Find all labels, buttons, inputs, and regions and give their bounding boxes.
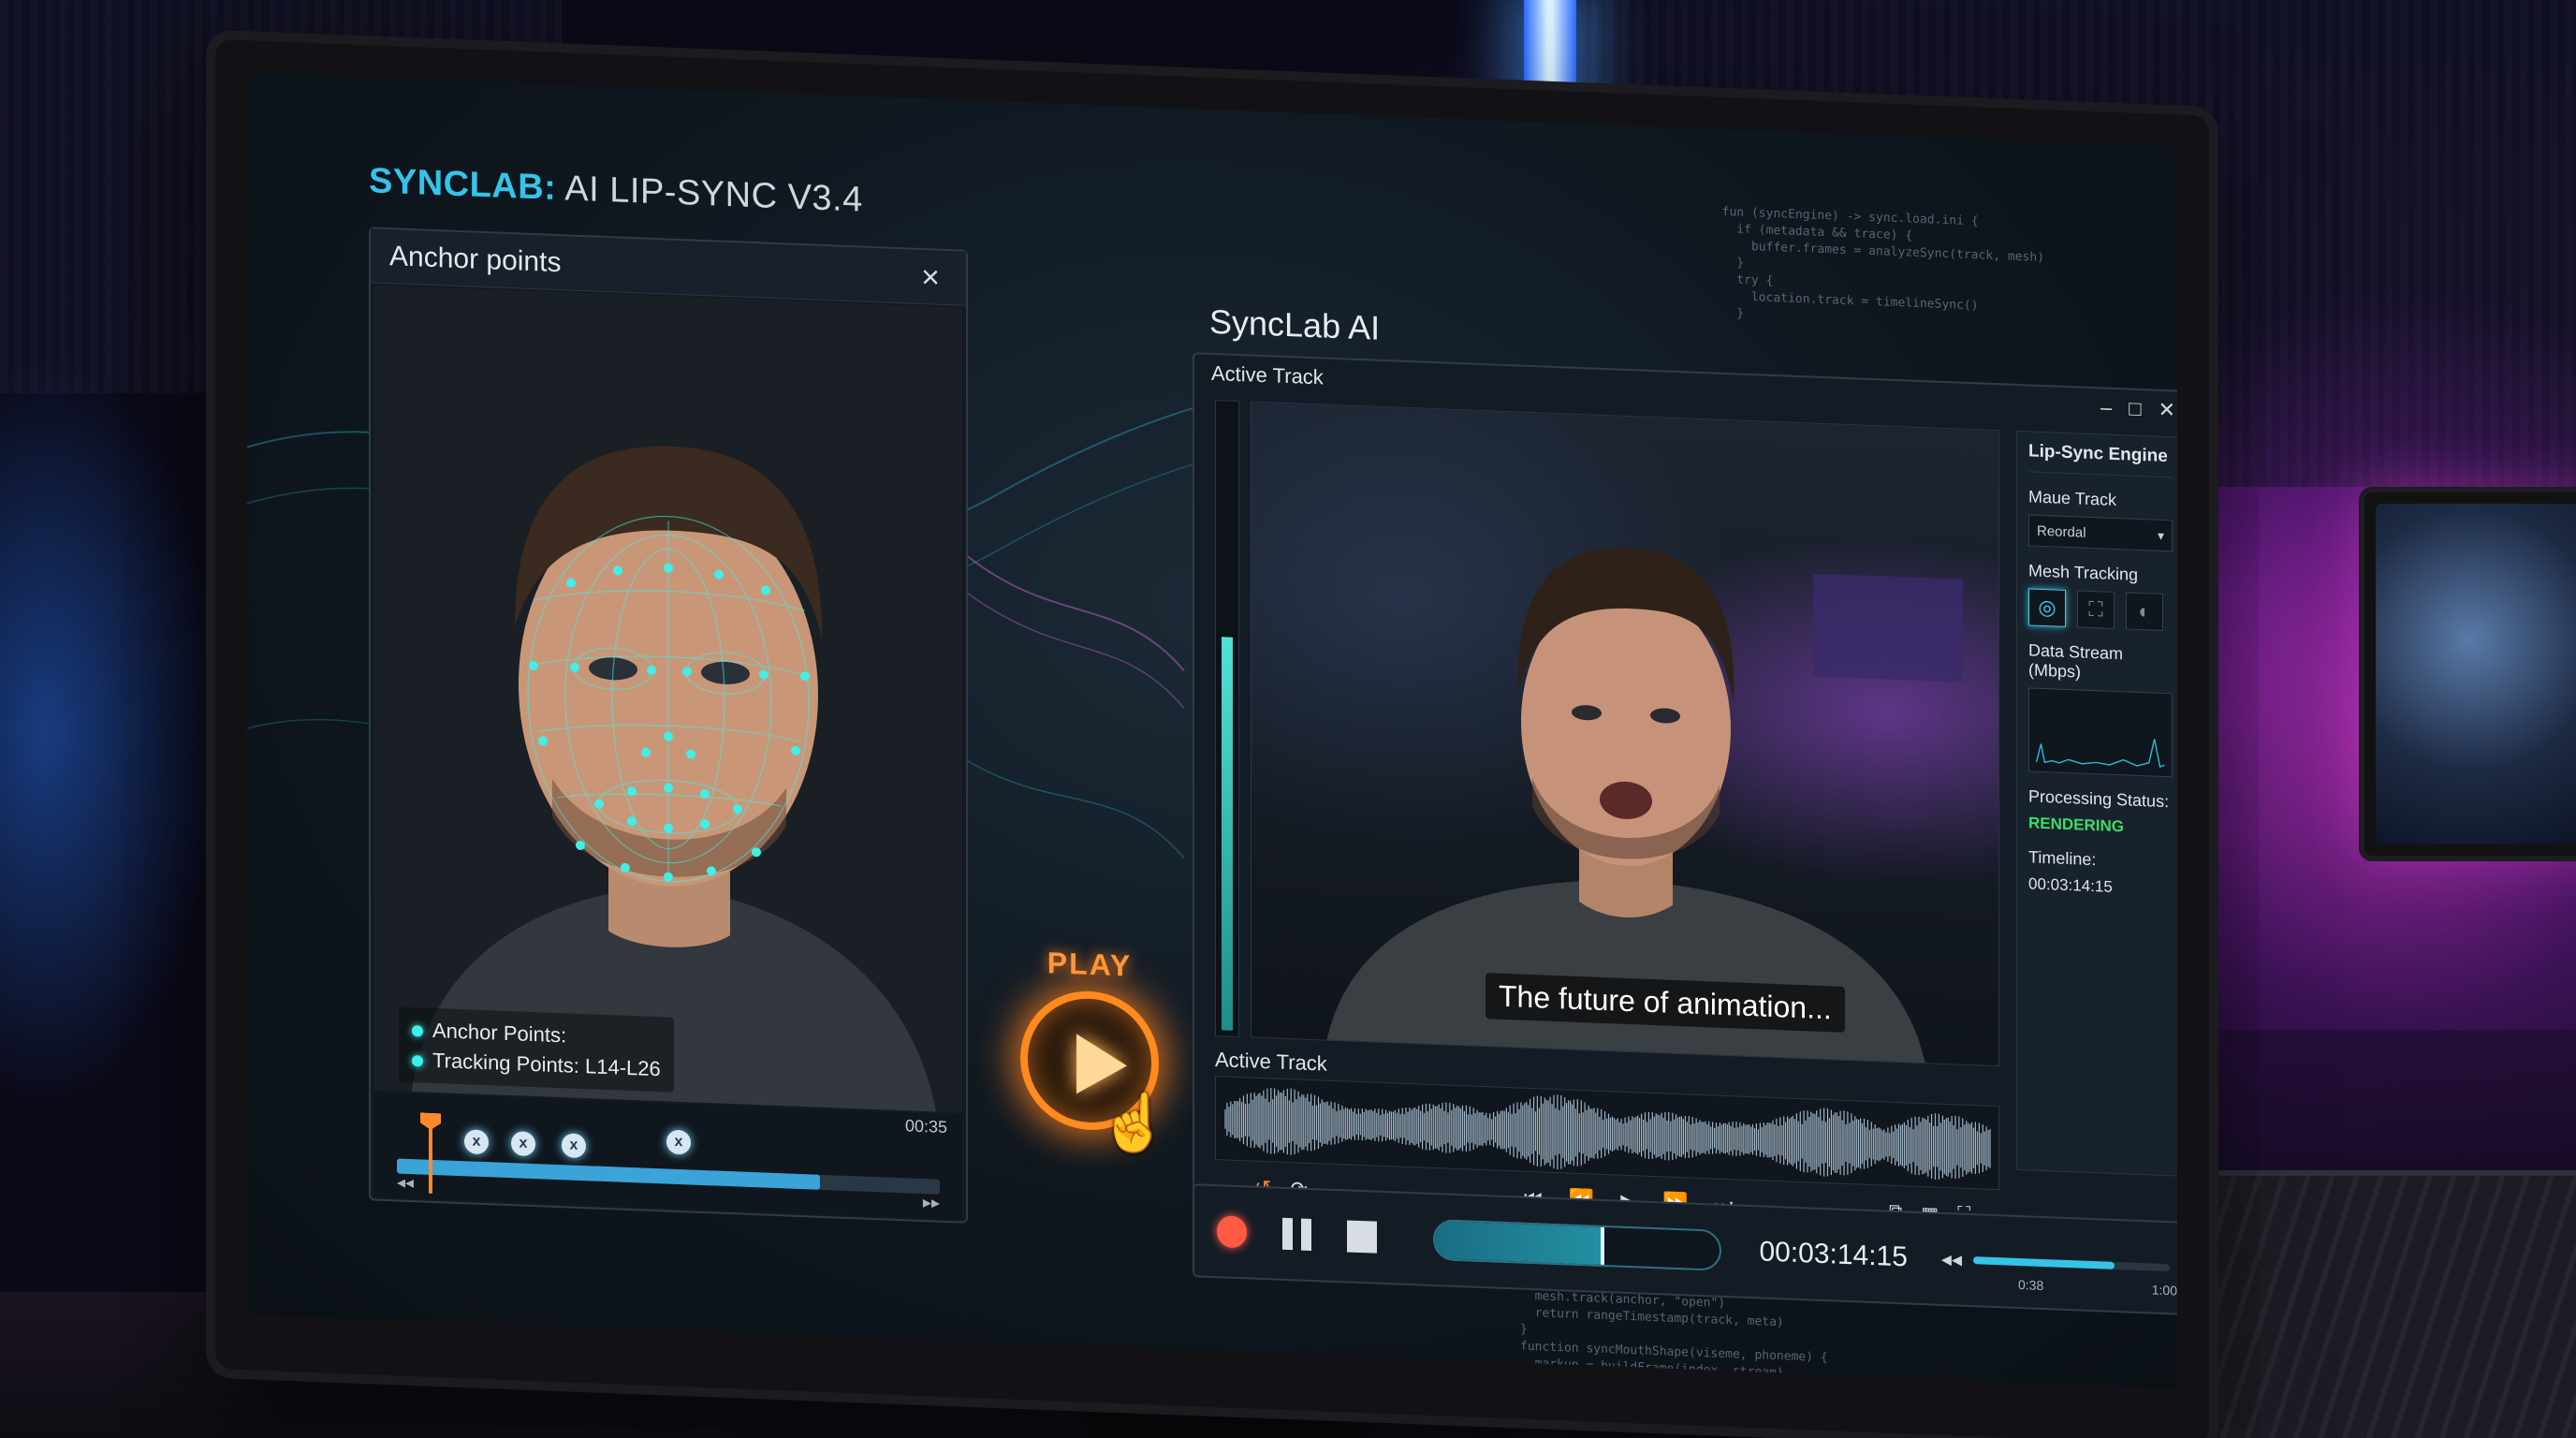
head-profile-icon[interactable]: ◐	[2126, 592, 2163, 631]
engine-heading: Lip-Sync Engine	[2028, 441, 2173, 478]
tracking-legend: Anchor Points: Tracking Points: L14-L26	[399, 1006, 674, 1093]
play-label: PLAY	[1046, 946, 1133, 983]
keyframe-pin[interactable]: x	[511, 1131, 535, 1157]
keyframe-pin[interactable]: x	[562, 1133, 586, 1159]
scrubber-fill	[1435, 1221, 1601, 1265]
tracking-points-label: Tracking Points: L14-L26	[432, 1048, 661, 1081]
maue-track-value: Reordal	[2037, 522, 2086, 541]
record-button[interactable]	[1217, 1215, 1247, 1249]
timeline-label: Timeline:	[2028, 847, 2097, 870]
main-monitor: fun (syncEngine) -> sync.load.ini { if (…	[215, 39, 2209, 1438]
maue-track-label: Maue Track	[2028, 487, 2117, 510]
keyframe-pin[interactable]: x	[666, 1129, 691, 1155]
volume-fill	[1973, 1256, 2115, 1269]
volume-scale-label: 1:00	[2151, 1282, 2177, 1299]
fast-forward-icon[interactable]: ▸▸	[923, 1193, 940, 1213]
data-stream-graph	[2028, 687, 2173, 778]
audio-track-label: Active Track	[1215, 1048, 1327, 1076]
lip-sync-engine-panel: Lip-Sync Engine Maue Track Reordal ▾ Mes…	[2016, 430, 2177, 1177]
volume-control: ◂◂	[1941, 1247, 2171, 1280]
chevron-down-icon: ▾	[2157, 527, 2164, 543]
hand-cursor-icon: ☝	[1099, 1090, 1169, 1156]
panel-title: Anchor points	[389, 240, 562, 278]
video-preview[interactable]: The future of animation...	[1251, 401, 1999, 1067]
timeline-value: 00:03:14:15	[2028, 874, 2113, 896]
processing-status-value: RENDERING	[2028, 814, 2125, 836]
pause-button[interactable]	[1281, 1217, 1312, 1252]
volume-scale-label: 0:38	[2018, 1276, 2044, 1294]
active-track-label: Active Track	[1211, 360, 1324, 389]
mesh-tracking-label: Mesh Tracking	[2028, 561, 2139, 584]
anchor-points-panel: Anchor points × Anchor Points: Tracking …	[369, 227, 968, 1224]
volume-slider[interactable]	[1973, 1256, 2171, 1272]
screen: fun (syncEngine) -> sync.load.ini { if (…	[247, 72, 2177, 1388]
speaker-figure	[1326, 547, 1963, 1065]
face-tracking-view: Anchor Points: Tracking Points: L14-L26	[374, 285, 962, 1113]
close-icon[interactable]: ×	[914, 258, 947, 295]
processing-status-label: Processing Status:	[2028, 786, 2170, 812]
minimize-icon[interactable]: –	[2100, 395, 2112, 419]
maximize-icon[interactable]: □	[2129, 397, 2141, 422]
mesh-tracking-modes: ◎ ⛶ ◐	[2028, 588, 2173, 631]
grid-mesh-icon[interactable]: ⛶	[2077, 590, 2115, 629]
anchor-dot-icon	[412, 1025, 423, 1037]
tracking-dot-icon	[412, 1055, 423, 1067]
audio-level-meter	[1215, 400, 1239, 1038]
volume-icon[interactable]: ◂◂	[1941, 1247, 1962, 1272]
secondary-monitor	[2359, 487, 2576, 861]
keyframe-pin[interactable]: x	[464, 1129, 489, 1155]
volume-scale: 0:38 1:00	[2018, 1277, 2177, 1299]
rewind-icon[interactable]: ◂◂	[397, 1172, 414, 1193]
data-stream-label: Data Stream (Mbps)	[2028, 640, 2124, 682]
anchor-points-label: Anchor Points:	[432, 1018, 567, 1048]
timecode-display: 00:03:14:15	[1759, 1236, 1908, 1273]
waveform-path	[1224, 1088, 1991, 1180]
play-control: PLAY ☝	[996, 944, 1183, 1155]
face-mesh-overlay	[374, 285, 962, 1113]
anchor-timeline[interactable]: 00:35 x x x x ◂◂ ▸▸	[374, 1092, 962, 1220]
maue-track-select[interactable]: Reordal ▾	[2028, 514, 2173, 552]
studio-scene: fun (syncEngine) -> sync.load.ini { if (…	[0, 0, 2576, 1438]
face-mesh-icon[interactable]: ◎	[2028, 588, 2066, 627]
scrubber-head[interactable]	[1600, 1226, 1604, 1265]
synclab-inner-window: Active Track – □ ✕ The future of animati…	[1193, 352, 2177, 1281]
stop-button[interactable]	[1347, 1220, 1378, 1254]
level-fill	[1222, 636, 1233, 1031]
anchor-time: 00:35	[904, 1116, 947, 1137]
blue-light	[0, 356, 225, 1105]
timeline-scrubber[interactable]	[1433, 1218, 1722, 1271]
synclab-window: SyncLab AI Active Track – □ ✕ The future…	[1193, 286, 2177, 1281]
close-icon[interactable]: ✕	[2159, 398, 2175, 423]
